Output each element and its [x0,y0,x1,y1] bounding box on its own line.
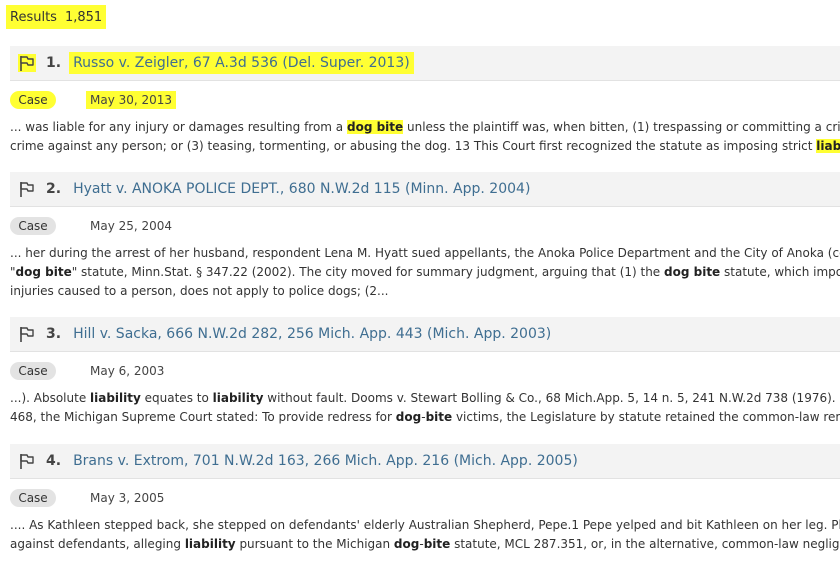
result-title-link[interactable]: Hyatt v. ANOKA POLICE DEPT., 680 N.W.2d … [69,178,534,200]
result-number: 2. [46,181,62,197]
document-type-badge: Case [10,489,56,507]
result-date: May 25, 2004 [90,219,173,233]
snippet-line: 468, the Michigan Supreme Court stated: … [10,408,840,427]
snippet-text: without fault. Dooms v. Stewart Bolling … [263,391,840,405]
search-term: dog [393,537,420,551]
search-term: dog bite [346,120,404,134]
snippet-text: equates to [140,391,213,405]
result-header: 3. Hill v. Sacka, 666 N.W.2d 282, 256 Mi… [10,317,840,352]
document-type-badge: Case [10,217,56,235]
result-number: 3. [46,326,62,342]
snippet-text: unless the plaintiff was, when bitten, (… [403,120,840,134]
snippet-text: against defendants, alleging [10,537,185,551]
result-snippet: ...). Absolute liability equates to liab… [10,389,840,427]
snippet-text: ... was liable for any injury or damages… [10,120,347,134]
results-label: Results [10,9,57,25]
snippet-text: victims, the Legislature by statute reta… [452,410,840,424]
snippet-text: ...). Absolute [10,391,91,405]
result-number: 4. [46,453,62,469]
snippet-line: "dog bite" statute, Minn.Stat. § 347.22 … [10,263,840,282]
flag-icon[interactable] [18,325,36,343]
result-snippet: ... was liable for any injury or damages… [10,118,840,156]
snippet-text: statute, which imposes stric [724,265,840,279]
search-term: liability [212,391,264,405]
result-number: 1. [46,55,62,71]
snippet-text: 468, the Michigan Supreme Court stated: … [10,410,396,424]
result-meta: Case May 30, 2013 [10,91,177,109]
snippet-text: ... her during the arrest of her husband… [10,246,840,260]
result-date: May 3, 2005 [90,491,165,505]
result-meta: Case May 6, 2003 [10,362,168,380]
search-term: dog [395,410,422,424]
flag-icon[interactable] [18,452,36,470]
result-snippet: ... her during the arrest of her husband… [10,244,840,301]
results-count: Results 1,851 [6,5,107,29]
search-term: dog bite [664,265,721,279]
search-term: bite [425,410,453,424]
result-snippet: .... As Kathleen stepped back, she stepp… [10,516,840,554]
snippet-text: statute, MCL 287.351, or, in the alterna… [450,537,840,551]
result-meta: Case May 3, 2005 [10,489,168,507]
result-header: 2. Hyatt v. ANOKA POLICE DEPT., 680 N.W.… [10,172,840,207]
search-term: bite [423,537,451,551]
result-title-link[interactable]: Russo v. Zeigler, 67 A.3d 536 (Del. Supe… [69,52,414,74]
flag-icon[interactable] [18,54,36,72]
result-title-link[interactable]: Hill v. Sacka, 666 N.W.2d 282, 256 Mich.… [69,323,555,345]
results-count-value: 1,851 [64,9,103,25]
snippet-text: injuries caused to a person, does not ap… [10,284,389,298]
snippet-text: .... As Kathleen stepped back, she stepp… [10,518,840,532]
result-date: May 6, 2003 [90,364,165,378]
snippet-text: " statute, Minn.Stat. § 347.22 (2002). T… [71,265,665,279]
result-meta: Case May 25, 2004 [10,217,176,235]
result-header: 4. Brans v. Extrom, 701 N.W.2d 163, 266 … [10,444,840,479]
result-date: May 30, 2013 [86,91,177,109]
snippet-line: against defendants, alleging liability p… [10,535,840,554]
snippet-text: pursuant to the Michigan [235,537,394,551]
search-term: liability [816,139,840,153]
search-term: liability [90,391,141,405]
search-term: liability [184,537,236,551]
search-term: dog bite [15,265,72,279]
snippet-line: injuries caused to a person, does not ap… [10,282,840,301]
snippet-line: ... her during the arrest of her husband… [10,244,840,263]
document-type-badge: Case [10,91,56,109]
document-type-badge: Case [10,362,56,380]
flag-icon[interactable] [18,180,36,198]
snippet-text: crime against any person; or (3) teasing… [10,139,817,153]
result-header: 1. Russo v. Zeigler, 67 A.3d 536 (Del. S… [10,46,840,81]
snippet-line: ... was liable for any injury or damages… [10,118,840,137]
snippet-line: crime against any person; or (3) teasing… [10,137,840,156]
result-title-link[interactable]: Brans v. Extrom, 701 N.W.2d 163, 266 Mic… [69,450,582,472]
snippet-line: .... As Kathleen stepped back, she stepp… [10,516,840,535]
snippet-line: ...). Absolute liability equates to liab… [10,389,840,408]
